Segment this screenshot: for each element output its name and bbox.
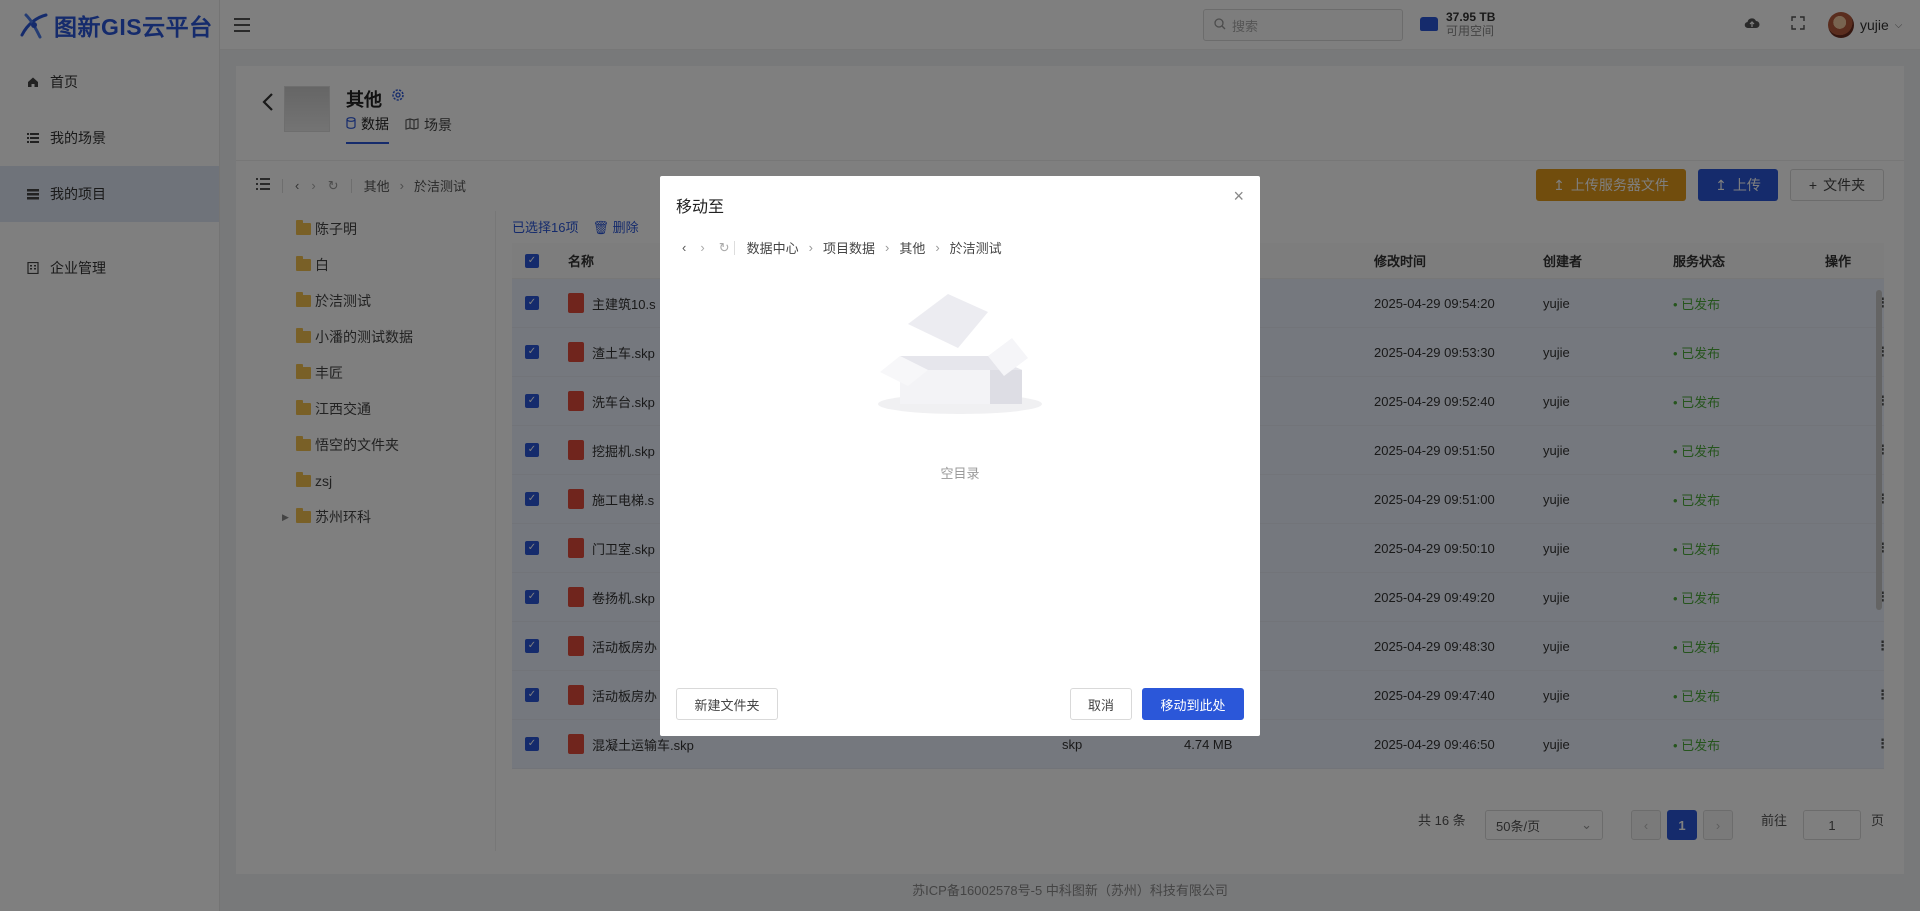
breadcrumb-separator: › [808,240,813,255]
move-to-dialog: 移动至 × ‹ › ↻ 数据中心 › 项目数据 › 其他 › 於洁测试 空目录 … [660,176,1260,736]
close-icon[interactable]: × [1233,186,1244,207]
breadcrumb-item[interactable]: 数据中心 [747,238,799,257]
empty-box-illustration [878,294,1042,414]
breadcrumb-separator: › [884,240,890,255]
new-folder-button[interactable]: 新建文件夹 [676,688,778,720]
empty-state-text: 空目录 [940,466,980,481]
dialog-breadcrumb-bar: ‹ › ↻ 数据中心 › 项目数据 › 其他 › 於洁测试 [682,238,1002,257]
breadcrumb-separator: › [935,240,940,255]
nav-back-icon[interactable]: ‹ [682,240,686,255]
nav-forward-icon[interactable]: › [700,240,704,255]
move-here-button[interactable]: 移动到此处 [1142,688,1244,720]
cancel-button[interactable]: 取消 [1070,688,1132,720]
refresh-icon[interactable]: ↻ [719,240,730,256]
breadcrumb-item[interactable]: 於洁测试 [950,238,1002,257]
breadcrumb-item[interactable]: 项目数据 [823,238,875,257]
breadcrumb-item[interactable]: 其他 [899,238,925,257]
dialog-title: 移动至 [676,199,725,216]
